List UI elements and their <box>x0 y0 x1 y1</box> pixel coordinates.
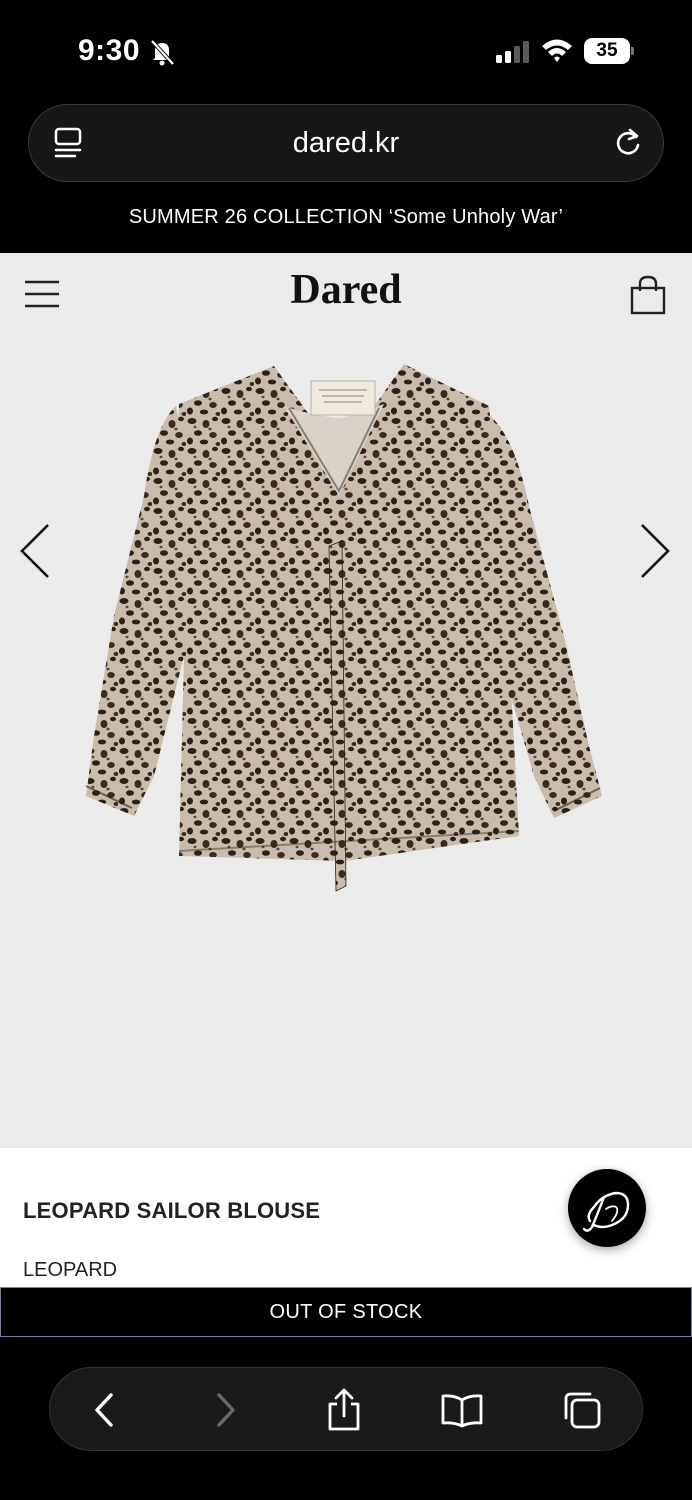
forward-icon <box>217 1393 235 1427</box>
product-page: Dared <box>0 253 692 1148</box>
dared-monogram-icon <box>582 1191 630 1232</box>
announcement-banner[interactable]: SUMMER 26 COLLECTION ‘Some Unholy War’ <box>0 206 692 229</box>
battery-level: 35 <box>584 38 630 64</box>
out-of-stock-button[interactable]: OUT OF STOCK <box>0 1287 692 1337</box>
back-button[interactable] <box>82 1388 126 1432</box>
product-photo[interactable] <box>84 356 604 896</box>
tabs-button[interactable] <box>560 1388 604 1432</box>
browser-toolbar <box>49 1367 643 1451</box>
product-info: LEOPARD SAILOR BLOUSE LEOPARD <box>0 1148 692 1288</box>
product-name: LEOPARD SAILOR BLOUSE <box>23 1198 321 1223</box>
status-bar: 9:30 35 <box>0 0 692 100</box>
wifi-icon <box>542 39 572 62</box>
reload-icon[interactable] <box>611 126 645 160</box>
forward-button[interactable] <box>204 1388 248 1432</box>
share-icon <box>328 1388 360 1431</box>
bell-slash-icon <box>150 39 175 66</box>
brand-chat-button[interactable] <box>568 1169 646 1247</box>
tabs-icon <box>564 1392 601 1429</box>
bookmarks-button[interactable] <box>440 1388 484 1432</box>
product-color: LEOPARD <box>23 1259 118 1281</box>
battery-icon: 35 <box>584 38 634 64</box>
chevron-left-icon[interactable] <box>18 523 52 579</box>
chevron-right-icon[interactable] <box>638 523 672 579</box>
brand-logo[interactable]: Dared <box>0 266 692 314</box>
status-time: 9:30 <box>78 34 141 67</box>
address-bar[interactable]: dared.kr <box>28 104 664 182</box>
back-icon <box>95 1393 113 1427</box>
bookmarks-icon <box>441 1394 483 1428</box>
share-button[interactable] <box>322 1388 366 1432</box>
cellular-signal-icon <box>496 41 529 63</box>
shopping-bag-icon[interactable] <box>630 275 666 315</box>
url-text[interactable]: dared.kr <box>29 127 663 160</box>
